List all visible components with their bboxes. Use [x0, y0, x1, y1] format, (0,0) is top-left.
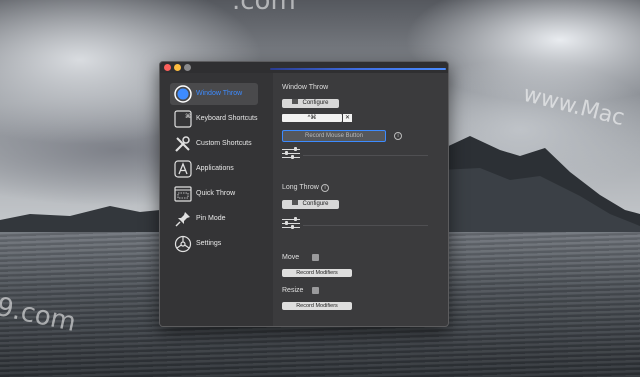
window-throw-divider: [303, 155, 428, 156]
sidebar-item-applications[interactable]: Applications: [170, 158, 258, 180]
preferences-window: Window Throw ⌘ Keyboard Shortcuts Custom…: [159, 61, 449, 327]
pin-icon: [175, 212, 190, 227]
tools-icon: [175, 136, 190, 152]
applications-icon: [174, 160, 192, 178]
clear-shortcut-button[interactable]: ✕: [343, 114, 352, 122]
sidebar-item-label: Applications: [196, 165, 234, 172]
configure-icon: [292, 199, 299, 205]
sidebar-item-label: Settings: [196, 240, 222, 247]
window-throw-configure-button[interactable]: Configure: [282, 98, 339, 108]
sidebar-item-label: Pin Mode: [196, 215, 226, 222]
watermark-top: .com: [232, 0, 296, 16]
window-throw-info-icon[interactable]: i: [394, 132, 402, 140]
title-accent-bar: [270, 68, 446, 70]
sidebar-item-label: Quick Throw: [196, 190, 236, 197]
title-bar[interactable]: [160, 62, 448, 73]
minimize-window-button[interactable]: [174, 64, 181, 71]
long-throw-configure-button[interactable]: Configure: [282, 199, 339, 209]
sidebar-item-window-throw[interactable]: Window Throw: [170, 83, 258, 105]
window-throw-title: Window Throw: [282, 84, 329, 91]
long-throw-sliders-icon[interactable]: [282, 217, 302, 231]
resize-label: Resize: [282, 287, 304, 294]
sidebar-item-label: Keyboard Shortcuts: [196, 115, 258, 122]
window-throw-sliders-icon[interactable]: [282, 147, 302, 161]
move-record-modifiers-button[interactable]: Record Modifiers: [282, 269, 352, 277]
sidebar-item-keyboard-shortcuts[interactable]: ⌘ Keyboard Shortcuts: [170, 108, 258, 130]
sidebar-item-custom-shortcuts[interactable]: Custom Shortcuts: [170, 133, 258, 155]
move-label: Move: [282, 254, 300, 261]
keyboard-shortcuts-icon: ⌘: [174, 110, 192, 128]
record-mouse-button[interactable]: Record Mouse Button: [282, 130, 386, 142]
sidebar: Window Throw ⌘ Keyboard Shortcuts Custom…: [160, 73, 273, 326]
sidebar-item-quick-throw[interactable]: Quick Throw: [170, 183, 258, 205]
long-throw-divider: [303, 225, 428, 226]
quick-throw-icon: [174, 186, 192, 202]
sidebar-item-label: Window Throw: [196, 90, 243, 97]
zoom-window-button[interactable]: [184, 64, 191, 71]
settings-icon: [174, 235, 192, 253]
sidebar-item-pin-mode[interactable]: Pin Mode: [170, 208, 258, 230]
sidebar-item-label: Custom Shortcuts: [196, 140, 252, 147]
resize-icon: [312, 287, 319, 294]
long-throw-info-icon[interactable]: i: [321, 184, 329, 192]
resize-record-modifiers-button[interactable]: Record Modifiers: [282, 302, 352, 310]
move-icon: [312, 254, 319, 261]
window-throw-icon: [174, 85, 192, 103]
shortcut-field[interactable]: ^⌘: [282, 114, 342, 122]
sidebar-item-settings[interactable]: Settings: [170, 233, 258, 255]
content-pane: Window Throw Configure ^⌘ ✕ Record Mouse…: [273, 73, 448, 326]
configure-icon: [292, 98, 299, 104]
close-window-button[interactable]: [164, 64, 171, 71]
svg-text:⌘: ⌘: [185, 113, 191, 120]
long-throw-title: Long Throw: [282, 184, 319, 191]
